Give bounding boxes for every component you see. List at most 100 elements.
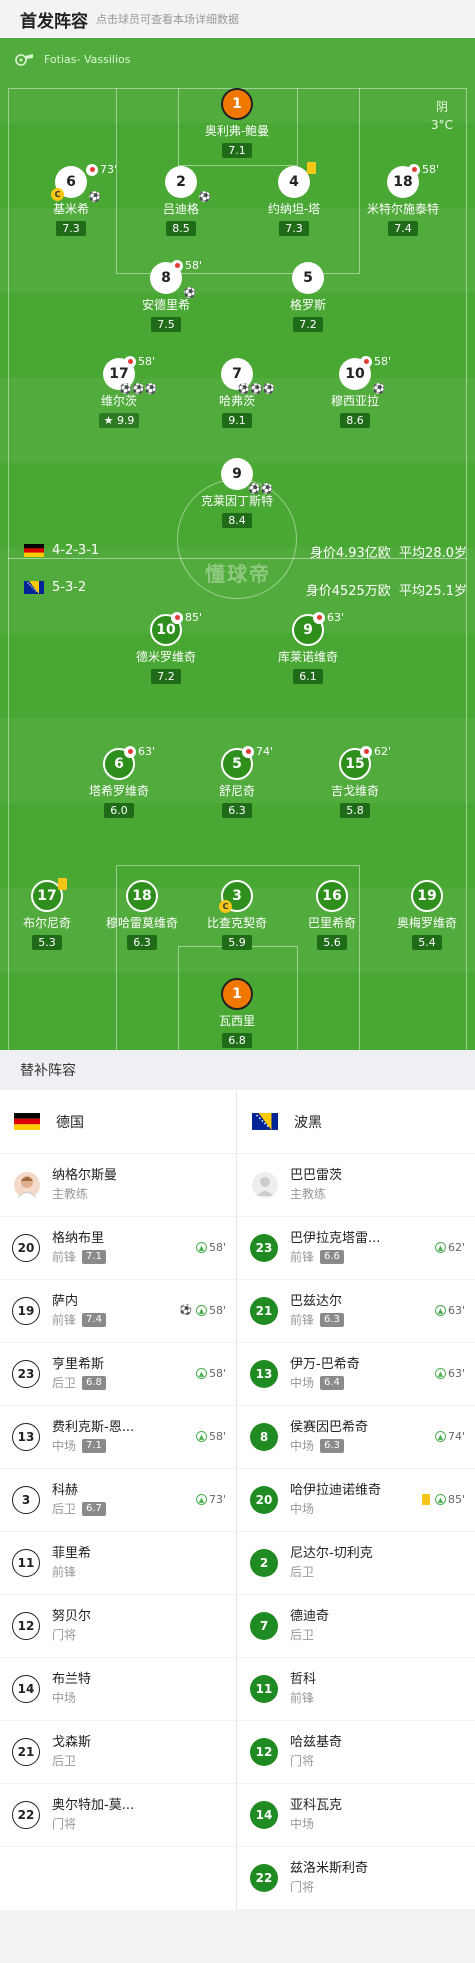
home-coach[interactable]: 纳格尔斯曼 主教练 bbox=[0, 1154, 236, 1217]
player-rating: 6.3 bbox=[222, 803, 252, 818]
bench-player-name: 兹洛米斯利奇 bbox=[290, 1861, 369, 1876]
captain-icon: C bbox=[51, 188, 64, 201]
sub-in-marker: ⚽ ▲ 58' bbox=[180, 1304, 226, 1317]
bench-player-row[interactable]: 20 格纳布里 前锋 7.1 ▲ 58' bbox=[0, 1217, 236, 1280]
player-name: 吉戈维奇 bbox=[330, 784, 379, 798]
player-away-18[interactable]: 18 穆哈雷莫维奇 6.3 bbox=[87, 880, 197, 950]
bench-player-info: 哲科 前锋 bbox=[290, 1671, 316, 1707]
player-away-15[interactable]: 15 62' 吉戈维奇 5.8 bbox=[300, 745, 410, 818]
bench-player-row[interactable]: 12 努贝尔 门将 bbox=[0, 1595, 236, 1658]
away-coach[interactable]: 巴巴雷茨 主教练 bbox=[238, 1154, 475, 1217]
bench-player-position: 前锋 bbox=[52, 1313, 77, 1327]
bench-player-row[interactable]: 13 费利克斯-恩... 中场 7.1 ▲ 58' bbox=[0, 1406, 236, 1469]
bench-player-position-row: 中场 bbox=[290, 1815, 342, 1833]
bench-player-row[interactable]: 14 亚科瓦克 中场 bbox=[238, 1784, 475, 1847]
away-age-text: 平均25.1岁 bbox=[399, 584, 467, 599]
player-name: 奥利弗-鲍曼 bbox=[204, 124, 270, 138]
bench-player-info: 哈兹基奇 门将 bbox=[290, 1734, 342, 1770]
bench-player-position: 后卫 bbox=[290, 1628, 315, 1642]
sub-out-icon bbox=[124, 745, 136, 758]
bench-player-row[interactable]: 23 亨里希斯 后卫 6.8 ▲ 58' bbox=[0, 1343, 236, 1406]
player-home-8[interactable]: 8 ⚽ 58' 安德里希 7.5 bbox=[111, 259, 221, 332]
player-number: 18 bbox=[126, 880, 158, 912]
bench-player-row[interactable]: 14 布兰特 中场 bbox=[0, 1658, 236, 1721]
bench-player-row[interactable]: 20 哈伊拉迪诺维奇 中场 ▲ 85' bbox=[238, 1469, 475, 1532]
referee: Fotias- Vassilios bbox=[14, 52, 130, 66]
bench-player-info: 戈森斯 后卫 bbox=[52, 1734, 91, 1770]
bench-player-row[interactable]: 8 侯赛因巴希奇 中场 6.3 ▲ 74' bbox=[238, 1406, 475, 1469]
player-name: 约纳坦-塔 bbox=[267, 202, 321, 216]
player-away-5[interactable]: 5 74' 舒尼奇 6.3 bbox=[182, 745, 292, 818]
referee-name: Fotias- Vassilios bbox=[44, 52, 131, 66]
bench-player-info: 努贝尔 门将 bbox=[52, 1608, 91, 1644]
lineup-header: 首发阵容 点击球员可查看本场详细数据 bbox=[0, 0, 475, 38]
bench-player-number: 20 bbox=[250, 1486, 278, 1514]
player-home-6[interactable]: 6 C ⚽ 73' 基米希 7.3 bbox=[16, 163, 126, 236]
player-home-17[interactable]: 17 ⚽⚽⚽ 58' 维尔茨 ★ 9.9 bbox=[64, 355, 174, 428]
bench-player-row[interactable]: 21 戈森斯 后卫 bbox=[0, 1721, 236, 1784]
bench-player-name: 哲科 bbox=[290, 1672, 317, 1687]
player-home-4[interactable]: 4 约纳坦-塔 7.3 bbox=[239, 162, 349, 236]
bench-player-rating: 7.1 bbox=[82, 1439, 106, 1453]
player-name: 比查克契奇 bbox=[206, 916, 267, 930]
player-home-5[interactable]: 5 格罗斯 7.2 bbox=[253, 262, 363, 332]
bench-player-row[interactable]: 3 科赫 后卫 6.7 ▲ 73' bbox=[0, 1469, 236, 1532]
bench-player-row[interactable]: 21 巴兹达尔 前锋 6.3 ▲ 63' bbox=[238, 1280, 475, 1343]
bench-player-number: 22 bbox=[250, 1864, 278, 1892]
player-away-10[interactable]: 10 85' 德米罗维奇 7.2 bbox=[111, 611, 221, 684]
bench-player-row[interactable]: 19 萨内 前锋 7.4 ⚽ ▲ 58' bbox=[0, 1280, 236, 1343]
player-name: 库莱诺维奇 bbox=[277, 650, 338, 664]
bench-player-position-row: 前锋 7.4 bbox=[52, 1311, 106, 1329]
player-away-19[interactable]: 19 奥梅罗维奇 5.4 bbox=[372, 880, 475, 950]
bench-player-position-row: 中场 6.4 bbox=[290, 1374, 360, 1392]
player-away-16[interactable]: 16 巴里希奇 5.6 bbox=[277, 880, 387, 950]
sub-in-minute: 62' bbox=[447, 1241, 465, 1254]
bench-player-row[interactable]: 23 巴伊拉克塔雷... 前锋 6.6 ▲ 62' bbox=[238, 1217, 475, 1280]
away-value-text: 身价4525万欧 bbox=[305, 584, 391, 599]
player-rating: 9.1 bbox=[222, 413, 252, 428]
bench-player-number: 19 bbox=[12, 1297, 40, 1325]
player-away-6[interactable]: 6 63' 塔希罗维奇 6.0 bbox=[64, 745, 174, 818]
player-rating: 5.8 bbox=[340, 803, 370, 818]
bench-player-number: 11 bbox=[250, 1675, 278, 1703]
player-rating: 6.3 bbox=[127, 935, 157, 950]
player-home-10[interactable]: 10 ⚽ 58' 穆西亚拉 8.6 bbox=[300, 355, 410, 428]
bench-player-rating: 6.3 bbox=[320, 1313, 344, 1327]
player-rating: 5.6 bbox=[317, 935, 347, 950]
bench-player-position-row: 中场 7.1 bbox=[52, 1437, 134, 1455]
player-name: 瓦西里 bbox=[218, 1014, 255, 1028]
ball-icon: ⚽ bbox=[372, 384, 385, 395]
bench-player-row[interactable]: 12 哈兹基奇 门将 bbox=[238, 1721, 475, 1784]
player-home-18[interactable]: 18 58' 米特尔施泰特 7.4 bbox=[348, 163, 458, 236]
bench-player-row[interactable]: 7 德迪奇 后卫 bbox=[238, 1595, 475, 1658]
sub-minute: 85' bbox=[185, 611, 203, 624]
player-number: 2 bbox=[176, 174, 186, 190]
sub-minute: 62' bbox=[374, 745, 392, 758]
bench-player-row[interactable]: 2 尼达尔-切利克 后卫 bbox=[238, 1532, 475, 1595]
player-home-gk[interactable]: 1 奥利弗-鲍曼 7.1 bbox=[182, 88, 292, 158]
bench-player-row[interactable]: 22 奥尔特加-莫... 门将 bbox=[0, 1784, 236, 1847]
player-name: 吕迪格 bbox=[162, 202, 199, 216]
player-rating: 6.8 bbox=[222, 1033, 252, 1048]
bench-player-number: 8 bbox=[250, 1423, 278, 1451]
bench-player-name: 布兰特 bbox=[52, 1672, 92, 1687]
bench-player-row[interactable]: 13 伊万-巴希奇 中场 6.4 ▲ 63' bbox=[238, 1343, 475, 1406]
player-away-gk[interactable]: 1 瓦西里 6.8 bbox=[182, 978, 292, 1048]
player-away-3[interactable]: 3C 比查克契奇 5.9 bbox=[182, 880, 292, 950]
player-rating: 8.4 bbox=[222, 513, 252, 528]
bench-player-row[interactable]: 11 哲科 前锋 bbox=[238, 1658, 475, 1721]
yellow-card-icon bbox=[307, 162, 316, 174]
player-home-2[interactable]: 2 ⚽ 吕迪格 8.5 bbox=[126, 166, 236, 236]
bench-player-position: 前锋 bbox=[52, 1250, 77, 1264]
player-number: 19 bbox=[411, 880, 443, 912]
bench-player-name: 巴伊拉克塔雷... bbox=[290, 1231, 381, 1246]
player-home-9[interactable]: 9 ⚽⚽ 克莱因丁斯特 8.4 bbox=[182, 458, 292, 528]
bench-player-row[interactable]: 11 菲里希 前锋 bbox=[0, 1532, 236, 1595]
player-home-7[interactable]: 7 ⚽⚽⚽ 哈弗茨 9.1 bbox=[182, 358, 292, 428]
player-away-9[interactable]: 9 63' 库莱诺维奇 6.1 bbox=[253, 611, 363, 684]
bench-player-row[interactable]: 22 兹洛米斯利奇 门将 bbox=[238, 1847, 475, 1910]
home-age-text: 平均28.0岁 bbox=[399, 546, 467, 561]
bench-player-rating: 6.4 bbox=[320, 1376, 344, 1390]
bench-player-info: 布兰特 中场 bbox=[52, 1671, 91, 1707]
bench-player-name: 哈伊拉迪诺维奇 bbox=[290, 1483, 382, 1498]
